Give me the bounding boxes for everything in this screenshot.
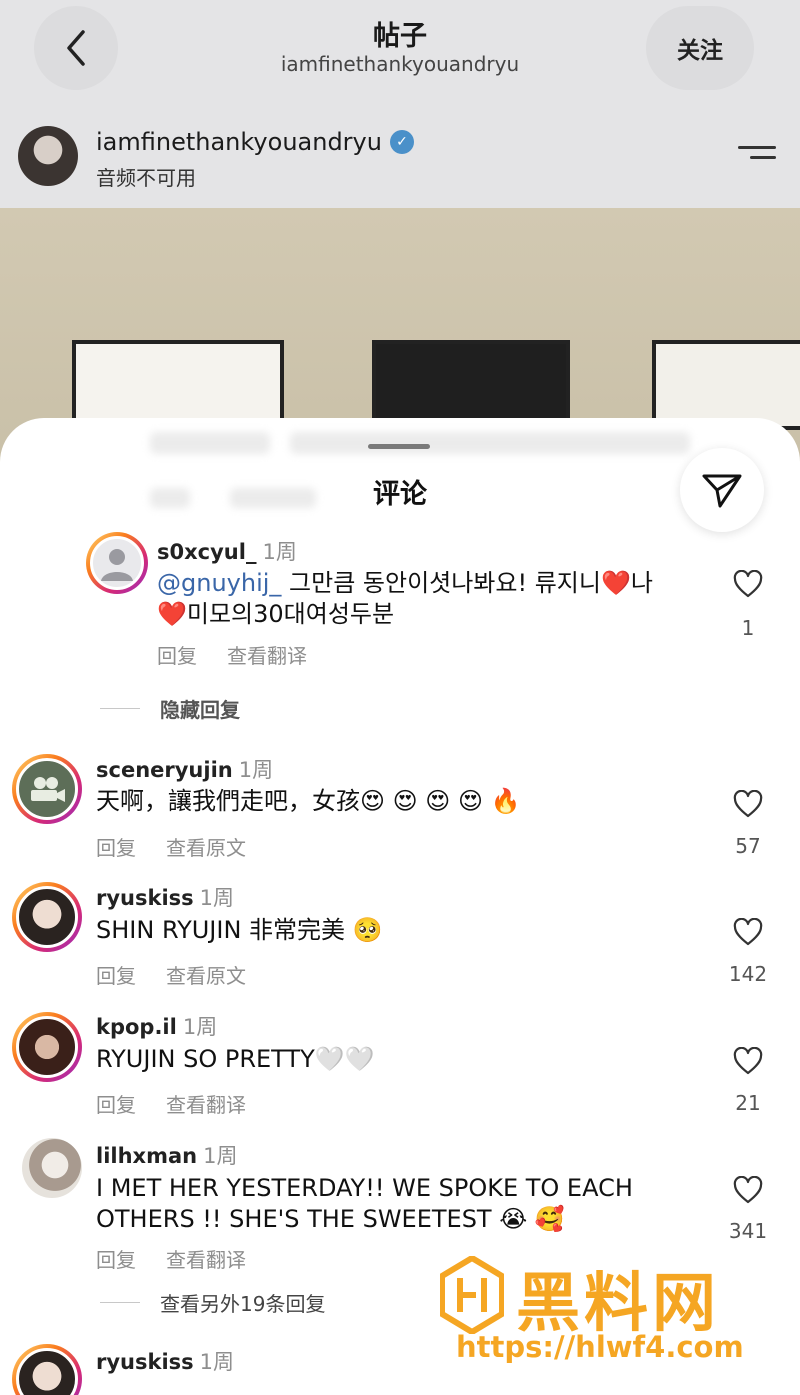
send-icon: [702, 474, 742, 508]
emoji-group: 😍 😍 😍 😍 🔥: [360, 787, 521, 815]
comment-time: 1周: [182, 1015, 218, 1039]
commenter-avatar[interactable]: [86, 532, 148, 594]
pleading-emoji: 🥺: [352, 916, 383, 944]
comment-text-line: 天啊，讓我們走吧，女孩: [96, 787, 360, 815]
comment-actions: 回复 查看原文: [96, 960, 246, 989]
comment-username[interactable]: ryuskiss 1周: [96, 1346, 234, 1376]
username-text: ryuskiss: [96, 1350, 194, 1374]
comment-username[interactable]: kpop.il 1周: [96, 1011, 217, 1041]
heart-emoji: ❤️: [600, 569, 631, 597]
hide-replies-button[interactable]: 隐藏回复: [100, 694, 240, 723]
reply-button[interactable]: 回复: [96, 1089, 136, 1118]
like-count: 57: [735, 834, 761, 858]
comment-text: RYUJIN SO PRETTY🤍🤍: [96, 1044, 375, 1075]
comment-actions: 回复 查看翻译: [157, 640, 307, 669]
commenter-avatar[interactable]: [22, 1138, 82, 1198]
like-count: 341: [728, 1219, 768, 1243]
comment-text: 天啊，讓我們走吧，女孩😍 😍 😍 😍 🔥: [96, 786, 520, 817]
reply-button[interactable]: 回复: [96, 1244, 136, 1273]
comment-text: I MET HER YESTERDAY!! WE SPOKE TO EACH O…: [96, 1173, 633, 1235]
comment-text-line: OTHERS !! SHE'S THE SWEETEST: [96, 1205, 492, 1233]
comment-actions: 回复 查看原文: [96, 832, 246, 861]
comment-time: 1周: [262, 540, 297, 564]
comment-text-line: I MET HER YESTERDAY!! WE SPOKE TO EACH: [96, 1174, 633, 1202]
emoji-group: 😭 🥰: [499, 1205, 565, 1233]
drag-handle[interactable]: [368, 444, 430, 449]
divider: [100, 1302, 140, 1303]
default-user-icon: [101, 549, 133, 581]
reply-button[interactable]: 回复: [96, 832, 136, 861]
heart-emoji: ❤️: [157, 600, 187, 628]
comment-time: 1周: [238, 758, 274, 782]
post-author-username: iamfinethankyouandryu: [96, 128, 382, 156]
comment-username[interactable]: lilhxman 1周: [96, 1140, 237, 1170]
commenter-avatar[interactable]: [12, 754, 82, 824]
comment-time: 1周: [199, 886, 235, 910]
commenter-avatar[interactable]: [12, 882, 82, 952]
comment-time: 1周: [203, 1144, 238, 1168]
see-original-button[interactable]: 查看原文: [166, 960, 246, 989]
like-heart-icon[interactable]: [733, 790, 763, 818]
watermark-logo-icon: [440, 1256, 504, 1334]
hide-replies-label: 隐藏回复: [160, 698, 240, 722]
share-button[interactable]: [680, 448, 764, 532]
translate-button[interactable]: 查看翻译: [166, 1244, 246, 1273]
divider: [100, 708, 140, 709]
like-heart-icon[interactable]: [733, 918, 763, 946]
username-text: sceneryujin: [96, 758, 233, 782]
camera-logo-icon: [31, 777, 65, 802]
comment-username[interactable]: s0xcyul_ 1周: [157, 536, 297, 566]
like-heart-icon[interactable]: [733, 570, 763, 598]
comment-time: 1周: [199, 1350, 235, 1374]
reply-button[interactable]: 回复: [157, 640, 197, 669]
comments-sheet: 评论 s0xcyul_ 1周 @gnuyhij_ 그만큼 동안이셧나봐요! 류지니…: [0, 418, 800, 1395]
username-text: kpop.il: [96, 1015, 177, 1039]
comment-username[interactable]: ryuskiss 1周: [96, 882, 234, 912]
like-heart-icon[interactable]: [733, 1047, 763, 1075]
comment-text-line: SHIN RYUJIN 非常完美: [96, 916, 346, 944]
comment-text-line: RYUJIN SO PRETTY: [96, 1045, 315, 1073]
picture-frame: [652, 340, 800, 430]
watermark-url: https://hlwf4.com: [456, 1330, 744, 1364]
username-text: s0xcyul_: [157, 540, 257, 564]
picture-frame: [72, 340, 284, 430]
view-more-replies-button[interactable]: 查看另外19条回复: [100, 1288, 325, 1317]
comment-actions: 回复 查看翻译: [96, 1244, 246, 1273]
like-count: 142: [728, 962, 768, 986]
menu-icon[interactable]: [738, 146, 776, 168]
commenter-avatar[interactable]: [12, 1344, 82, 1395]
username-text: ryuskiss: [96, 886, 194, 910]
see-original-button[interactable]: 查看原文: [166, 832, 246, 861]
view-more-replies-label: 查看另外19条回复: [160, 1292, 326, 1316]
post-author[interactable]: iamfinethankyouandryu ✓: [96, 128, 414, 156]
comment-text: SHIN RYUJIN 非常完美 🥺: [96, 915, 383, 946]
verified-badge-icon: ✓: [389, 130, 414, 154]
comment-text-line: 그만큼 동안이셧나봐요! 류지니: [281, 569, 601, 597]
translate-button[interactable]: 查看翻译: [227, 640, 307, 669]
mention-link[interactable]: @gnuyhij_: [157, 569, 281, 597]
comment-text: @gnuyhij_ 그만큼 동안이셧나봐요! 류지니❤️나 ❤️미모의30대여성…: [157, 568, 653, 630]
translate-button[interactable]: 查看翻译: [166, 1089, 246, 1118]
post-author-avatar[interactable]: [18, 126, 78, 186]
white-heart-emoji: 🤍🤍: [314, 1045, 375, 1073]
reply-button[interactable]: 回复: [96, 960, 136, 989]
like-heart-icon[interactable]: [733, 1176, 763, 1204]
follow-button[interactable]: 关注: [646, 6, 754, 90]
picture-frame: [372, 340, 570, 430]
like-count: 1: [741, 616, 755, 640]
username-text: lilhxman: [96, 1144, 198, 1168]
watermark: 黑料网 https://hlwf4.com: [440, 1252, 780, 1377]
comment-text-line: 미모의30대여성두분: [186, 600, 395, 628]
top-bar: 帖子 iamfinethankyouandryu 关注 iamfinethank…: [0, 0, 800, 208]
comment-actions: 回复 查看翻译: [96, 1089, 246, 1118]
audio-status: 音频不可用: [96, 166, 196, 190]
comment-username[interactable]: sceneryujin 1周: [96, 754, 273, 784]
commenter-avatar[interactable]: [12, 1012, 82, 1082]
comment-text-line: 나: [630, 569, 653, 597]
like-count: 21: [735, 1091, 761, 1115]
